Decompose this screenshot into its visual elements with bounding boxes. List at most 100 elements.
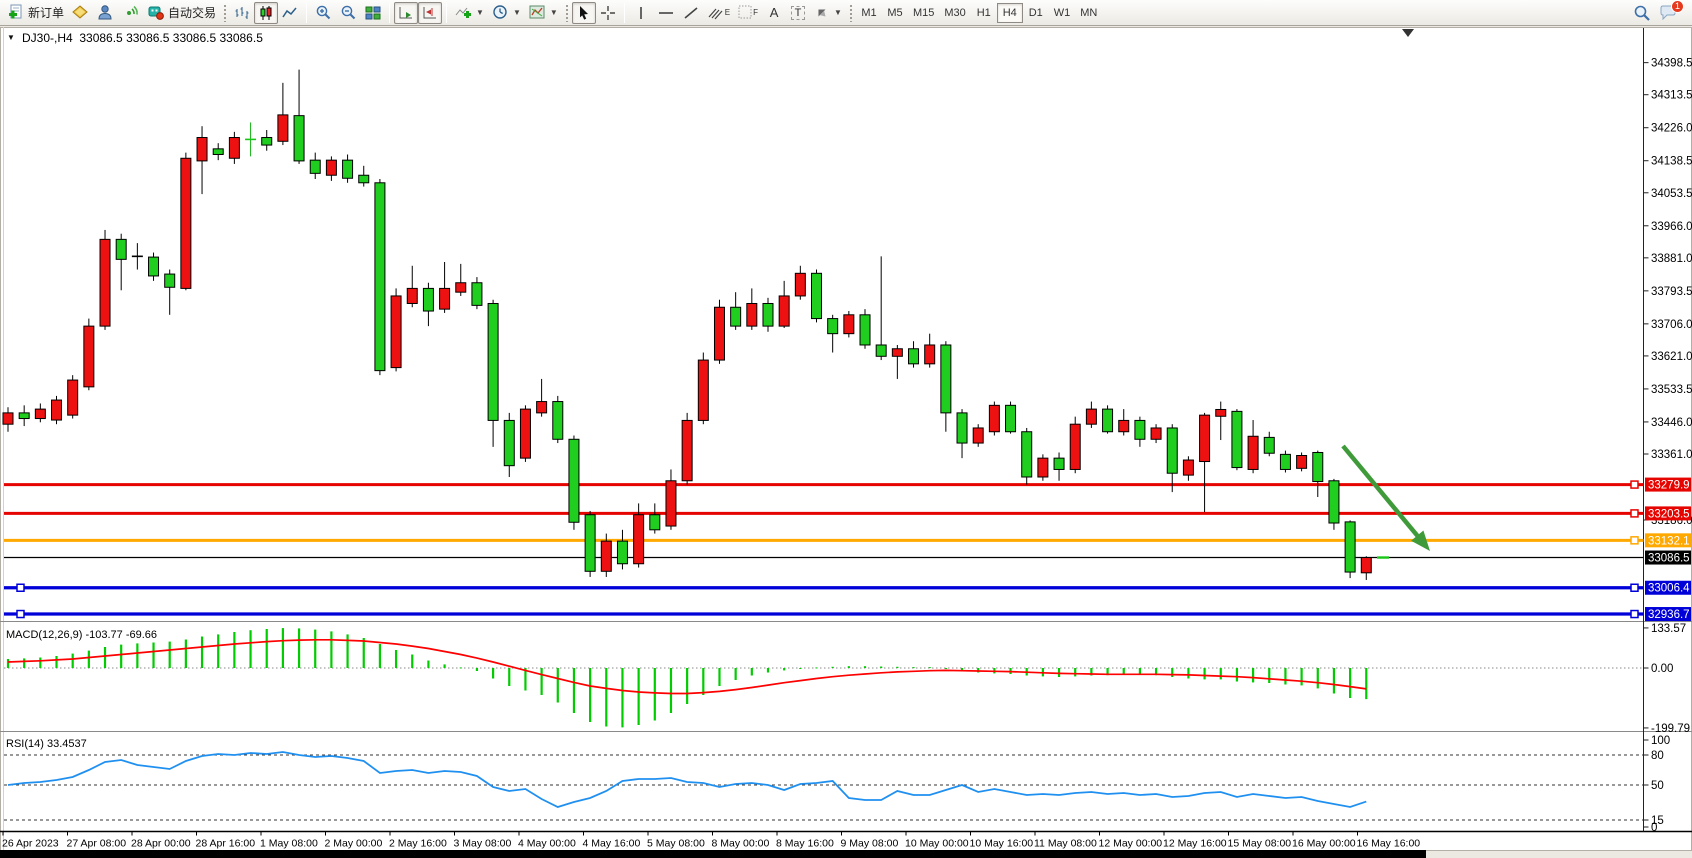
toolbar-grip[interactable]: [223, 4, 227, 22]
candle-down: [262, 138, 272, 146]
candle-up: [779, 296, 789, 326]
candle-down: [1280, 454, 1290, 469]
candle-down: [650, 515, 660, 530]
zoom-out-button[interactable]: [336, 2, 361, 24]
timeframe-button-M15[interactable]: M15: [908, 3, 939, 23]
cursor-tool-button[interactable]: [572, 2, 596, 24]
broadcast-icon: [122, 4, 139, 21]
indicators-button[interactable]: ▼: [451, 2, 488, 24]
candle-up: [229, 138, 239, 159]
text-tool-glyph: A: [770, 5, 779, 20]
macd-histogram-bar: [23, 658, 25, 668]
fibonacci-tool-button[interactable]: E: [703, 2, 734, 24]
chart-canvas[interactable]: 34398.534313.534226.034138.534053.533966…: [0, 27, 1692, 851]
bar-chart-button[interactable]: [230, 2, 254, 24]
chevron-down-icon: ▼: [513, 8, 521, 17]
macd-histogram-bar: [1301, 668, 1303, 685]
one-click-trading-toggle-icon[interactable]: ▼: [7, 33, 15, 42]
line-chart-button[interactable]: [278, 2, 302, 24]
horizontal-line-tool-button[interactable]: [653, 2, 679, 24]
macd-histogram-bar: [848, 666, 850, 668]
hline-handle[interactable]: [1631, 510, 1638, 517]
time-tick-label: 16 May 16:00: [1357, 838, 1421, 850]
hline-handle[interactable]: [1631, 481, 1638, 488]
price-line-label: 32936.7: [1648, 609, 1690, 621]
candle-down: [504, 420, 514, 465]
candle-down: [19, 413, 29, 419]
templates-button[interactable]: ▼: [525, 2, 562, 24]
tile-windows-button[interactable]: [361, 2, 385, 24]
hline-handle[interactable]: [17, 611, 24, 618]
magnifier-plus-icon: [315, 4, 332, 21]
timeframe-button-M30[interactable]: M30: [939, 3, 970, 23]
time-tick-label: 12 May 00:00: [1099, 838, 1163, 850]
toolbar-separator: [389, 3, 390, 23]
channel-tool-button[interactable]: F: [734, 2, 762, 24]
macd-histogram-bar: [492, 668, 494, 679]
candle-down: [763, 303, 773, 326]
price-tick-label: 34313.5: [1651, 90, 1692, 102]
periods-button[interactable]: ▼: [488, 2, 525, 24]
candle-up: [1200, 415, 1210, 461]
hline-handle[interactable]: [1631, 537, 1638, 544]
candle-up: [1038, 458, 1048, 477]
label-tool-glyph: T: [791, 6, 806, 20]
candles-icon: [258, 5, 274, 21]
candle-up: [714, 307, 724, 360]
chart-ohlc-title: DJ30-,H4 33086.5 33086.5 33086.5 33086.5: [22, 31, 263, 45]
macd-histogram-bar: [120, 645, 122, 668]
line-icon: [282, 5, 298, 21]
time-tick-label: 10 May 16:00: [970, 838, 1034, 850]
signals-button[interactable]: [118, 2, 143, 24]
candle-up: [278, 115, 288, 141]
crosshair-tool-button[interactable]: [596, 2, 620, 24]
timeframe-button-H4[interactable]: H4: [997, 3, 1023, 23]
candlestick-chart-button[interactable]: [254, 2, 278, 24]
candle-down: [909, 349, 919, 364]
hline-handle[interactable]: [1631, 584, 1638, 591]
hline-handle[interactable]: [1631, 611, 1638, 618]
macd-histogram-bar: [201, 637, 203, 669]
auto-scroll-button[interactable]: [394, 2, 418, 24]
chart-window[interactable]: ▼ DJ30-,H4 33086.5 33086.5 33086.5 33086…: [0, 27, 1692, 851]
candle-up: [456, 283, 466, 292]
new-order-button[interactable]: 新订单: [4, 2, 68, 24]
vertical-line-tool-button[interactable]: [629, 2, 653, 24]
notifications-button[interactable]: 1: [1655, 2, 1682, 24]
time-tick-label: 10 May 00:00: [905, 838, 969, 850]
profile-button[interactable]: [68, 2, 93, 24]
candle-up: [537, 402, 547, 413]
macd-histogram-bar: [1171, 668, 1173, 677]
arrows-tool-button[interactable]: ▼: [810, 2, 846, 24]
timeframe-button-D1[interactable]: D1: [1023, 3, 1049, 23]
price-tick-label: 33706.0: [1651, 319, 1692, 331]
candle-up: [181, 158, 191, 288]
macd-histogram-bar: [1236, 668, 1238, 682]
hline-handle[interactable]: [17, 584, 24, 591]
zoom-in-button[interactable]: [311, 2, 336, 24]
price-line-label: 33006.4: [1648, 583, 1690, 595]
search-button[interactable]: [1629, 2, 1655, 24]
candle-up: [1086, 409, 1096, 424]
rsi-indicator-label: RSI(14) 33.4537: [6, 738, 87, 750]
trendline-tool-button[interactable]: [679, 2, 703, 24]
toolbar-grip[interactable]: [565, 4, 569, 22]
axis-shift-icon: [422, 5, 438, 21]
community-button[interactable]: [93, 2, 118, 24]
timeframe-button-M1[interactable]: M1: [856, 3, 882, 23]
chart-shift-button[interactable]: [418, 2, 442, 24]
timeframe-button-M5[interactable]: M5: [882, 3, 908, 23]
candle-up: [326, 160, 336, 175]
search-icon: [1633, 4, 1651, 22]
macd-histogram-bar: [443, 664, 445, 668]
timeframe-button-MN[interactable]: MN: [1075, 3, 1102, 23]
horizontal-line-icon: [657, 5, 675, 21]
autotrade-button[interactable]: 自动交易: [143, 2, 220, 24]
macd-histogram-bar: [702, 668, 704, 695]
time-tick-label: 28 Apr 00:00: [131, 838, 191, 850]
text-tool-button[interactable]: A: [762, 2, 786, 24]
timeframe-button-W1[interactable]: W1: [1049, 3, 1076, 23]
toolbar-grip[interactable]: [849, 4, 853, 22]
label-tool-button[interactable]: T: [786, 2, 810, 24]
timeframe-button-H1[interactable]: H1: [971, 3, 997, 23]
